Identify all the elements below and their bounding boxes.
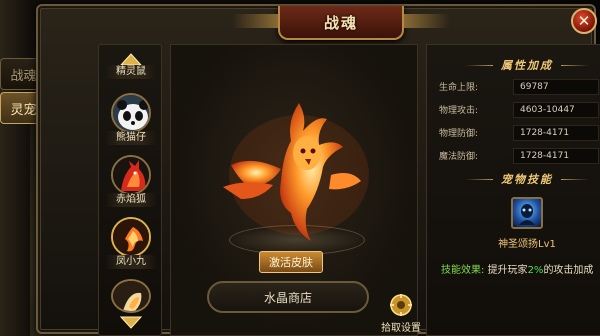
attr-value: 1728-4171 bbox=[513, 125, 599, 141]
skill-effect: 技能效果: 提升玩家2%的攻击加成 bbox=[441, 263, 600, 278]
pet-label: 赤焰狐 bbox=[105, 193, 157, 207]
fire-fox-portrait-icon bbox=[111, 155, 151, 195]
skill-effect-text-b: 的攻击加成 bbox=[543, 265, 594, 276]
panda-portrait-icon bbox=[111, 93, 151, 133]
pet-label: 精灵鼠 bbox=[105, 65, 157, 79]
attr-label: 魔法防御: bbox=[439, 152, 479, 162]
activate-skin-button[interactable]: 激活皮肤 bbox=[259, 251, 323, 273]
window-title: 战魂 bbox=[323, 13, 358, 32]
skill-icon[interactable] bbox=[511, 197, 543, 229]
pet-list: 精灵鼠 熊猫仔 赤焰狐 凤小九 bbox=[98, 44, 162, 336]
pet-stage: 激活皮肤 水晶商店 拾取设置 bbox=[170, 44, 421, 336]
pet-item-fengxiaojiu[interactable]: 凤小九 bbox=[105, 217, 157, 269]
pickup-settings-button[interactable]: 拾取设置 bbox=[377, 293, 425, 334]
crystal-shop-button[interactable]: 水晶商店 bbox=[207, 281, 369, 313]
attributes-header: 属性加成 bbox=[427, 57, 600, 73]
phoenix-pet-model bbox=[211, 95, 381, 245]
close-button[interactable]: ✕ bbox=[571, 8, 597, 34]
title-plate: 战魂 bbox=[232, 6, 404, 40]
skill-effect-key: 技能效果: bbox=[441, 265, 485, 276]
pet-label: 熊猫仔 bbox=[105, 131, 157, 145]
attr-row-phys-atk: 物理攻击: 4603-10447 bbox=[439, 102, 600, 118]
attr-value: 69787 bbox=[513, 79, 599, 95]
skills-header: 宠物技能 bbox=[427, 171, 600, 187]
info-panel: 属性加成 生命上限: 69787 物理攻击: 4603-10447 物理防御: … bbox=[426, 44, 600, 336]
attr-row-phys-def: 物理防御: 1728-4171 bbox=[439, 125, 600, 141]
skill-effect-text-a: 提升玩家 bbox=[487, 265, 528, 276]
attr-row-magic-def: 魔法防御: 1728-4171 bbox=[439, 148, 600, 164]
pet-portrait-partial-icon bbox=[111, 279, 151, 313]
pet-label: 凤小九 bbox=[105, 255, 157, 269]
attr-row-hp: 生命上限: 69787 bbox=[439, 79, 600, 95]
gear-icon bbox=[389, 293, 413, 317]
skills-title: 宠物技能 bbox=[501, 173, 553, 186]
scroll-down-arrow-icon[interactable] bbox=[119, 315, 143, 329]
attr-value: 1728-4171 bbox=[513, 148, 599, 164]
pet-item-chiyanhu[interactable]: 赤焰狐 bbox=[105, 155, 157, 207]
spirit-window: 战魂 精灵鼠 熊猫仔 赤焰狐 凤小九 激活皮肤 水晶商店 拾取设置 属性加成 生… bbox=[36, 4, 600, 336]
pet-item-xiongmaozai[interactable]: 熊猫仔 bbox=[105, 93, 157, 145]
attr-label: 生命上限: bbox=[439, 83, 479, 93]
attr-value: 4603-10447 bbox=[513, 102, 599, 118]
attr-label: 物理防御: bbox=[439, 129, 479, 139]
pickup-settings-label: 拾取设置 bbox=[381, 323, 421, 334]
skill-name: 神圣颂扬Lv1 bbox=[498, 239, 556, 250]
attr-label: 物理攻击: bbox=[439, 106, 479, 116]
phoenix-portrait-icon bbox=[111, 217, 151, 257]
attributes-title: 属性加成 bbox=[501, 59, 553, 72]
skill-effect-pct: 2% bbox=[527, 265, 544, 276]
